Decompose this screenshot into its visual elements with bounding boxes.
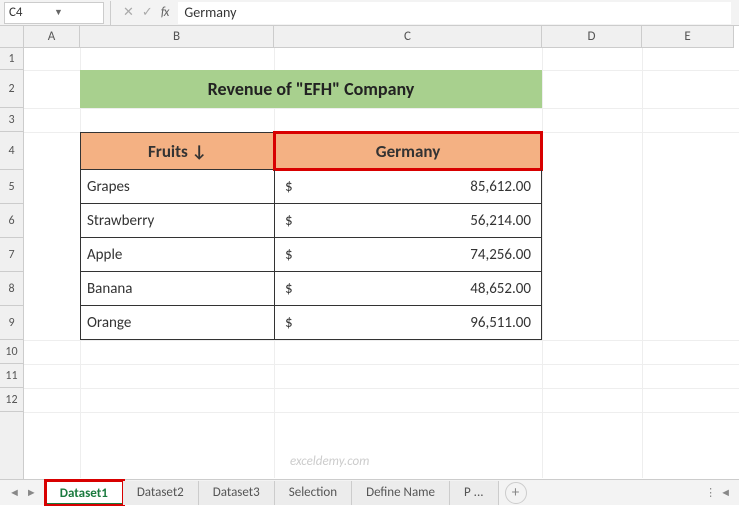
value-text: 74,256.00 — [470, 246, 535, 264]
currency-symbol: $ — [281, 314, 293, 332]
gridline — [24, 108, 739, 109]
select-all-corner[interactable] — [0, 26, 24, 48]
header-fruits[interactable]: Fruits ↓ — [80, 132, 274, 170]
row-header[interactable]: 5 — [0, 170, 23, 204]
cancel-icon: ✕ — [123, 5, 134, 20]
gridline — [24, 340, 739, 341]
row-header[interactable]: 4 — [0, 132, 23, 170]
name-box-value: C4 — [9, 5, 54, 20]
formula-value: Germany — [184, 4, 236, 21]
col-header-e[interactable]: E — [642, 26, 734, 47]
header-country[interactable]: Germany — [274, 132, 542, 170]
cells-area[interactable]: Revenue of "EFH" Company Fruits ↓ German… — [24, 48, 739, 500]
sheet-tab-selection[interactable]: Selection — [275, 481, 352, 505]
chevron-down-icon[interactable]: ▼ — [54, 7, 99, 18]
row-header[interactable]: 7 — [0, 238, 23, 272]
value-text: 48,652.00 — [470, 280, 535, 298]
sheet-tabs-bar: ◄ ► Dataset1 Dataset2 Dataset3 Selection… — [0, 479, 739, 505]
col-header-a[interactable]: A — [24, 26, 80, 47]
value-text: 56,214.00 — [470, 212, 535, 230]
col-header-d[interactable]: D — [542, 26, 642, 47]
row-header[interactable]: 6 — [0, 204, 23, 238]
row-header[interactable]: 11 — [0, 364, 23, 388]
gridline — [542, 48, 543, 478]
cell-fruit[interactable]: Orange — [80, 306, 274, 340]
cell-fruit[interactable]: Banana — [80, 272, 274, 306]
confirm-icon: ✓ — [142, 5, 153, 20]
cell-fruit[interactable]: Strawberry — [80, 204, 274, 238]
row-header[interactable]: 2 — [0, 70, 23, 108]
cell-value[interactable]: $ 96,511.00 — [274, 306, 542, 340]
table-row: Apple $ 74,256.00 — [80, 238, 542, 272]
table-row: Strawberry $ 56,214.00 — [80, 204, 542, 238]
sheet-tab-dataset1[interactable]: Dataset1 — [46, 481, 123, 505]
row-header[interactable]: 12 — [0, 388, 23, 412]
add-sheet-icon[interactable]: + — [505, 482, 527, 504]
sheet-tab-dataset2[interactable]: Dataset2 — [123, 481, 199, 505]
gridline — [24, 388, 739, 389]
value-text: 85,612.00 — [470, 178, 535, 196]
tab-nav-prev-icon[interactable]: ◄ — [9, 486, 20, 499]
currency-symbol: $ — [281, 280, 293, 298]
sheet-tab-dataset3[interactable]: Dataset3 — [199, 481, 275, 505]
sheet-tab-define-name[interactable]: Define Name — [352, 481, 450, 505]
formula-bar-icons: ✕ ✓ fx — [113, 5, 178, 20]
row-header[interactable]: 1 — [0, 48, 23, 70]
currency-symbol: $ — [281, 246, 293, 264]
grid-area: 1 2 3 4 5 6 7 8 9 10 11 12 Revenue of "E… — [0, 48, 739, 500]
gridline — [24, 412, 739, 413]
col-header-c[interactable]: C — [274, 26, 542, 47]
name-box[interactable]: C4 ▼ — [4, 2, 104, 24]
cell-value[interactable]: $ 56,214.00 — [274, 204, 542, 238]
cell-fruit[interactable]: Grapes — [80, 170, 274, 204]
sheet-tab-more[interactable]: P ... — [450, 481, 499, 505]
table-row: Banana $ 48,652.00 — [80, 272, 542, 306]
row-headers: 1 2 3 4 5 6 7 8 9 10 11 12 — [0, 48, 24, 500]
fx-icon[interactable]: fx — [161, 5, 169, 20]
cell-value[interactable]: $ 74,256.00 — [274, 238, 542, 272]
page-title[interactable]: Revenue of "EFH" Company — [80, 70, 542, 108]
formula-bar: C4 ▼ ✕ ✓ fx Germany — [0, 0, 739, 26]
column-headers: A B C D E — [24, 26, 734, 48]
divider — [110, 1, 111, 25]
tab-nav: ◄ ► — [0, 486, 46, 499]
cell-value[interactable]: $ 48,652.00 — [274, 272, 542, 306]
row-header[interactable]: 9 — [0, 306, 23, 340]
currency-symbol: $ — [281, 212, 293, 230]
data-table: Fruits ↓ Germany Grapes $ 85,612.00 Stra… — [80, 132, 542, 340]
table-header-row: Fruits ↓ Germany — [80, 132, 542, 170]
row-header[interactable]: 3 — [0, 108, 23, 132]
tab-nav-next-icon[interactable]: ► — [26, 486, 37, 499]
value-text: 96,511.00 — [470, 314, 535, 332]
vdots-icon[interactable]: ⋮ — [705, 486, 716, 499]
row-header[interactable]: 10 — [0, 340, 23, 364]
gridline — [24, 364, 739, 365]
cell-fruit[interactable]: Apple — [80, 238, 274, 272]
table-row: Orange $ 96,511.00 — [80, 306, 542, 340]
currency-symbol: $ — [281, 178, 293, 196]
tab-scroll: ⋮ ◄ — [697, 486, 739, 499]
col-header-b[interactable]: B — [80, 26, 274, 47]
cell-value[interactable]: $ 85,612.00 — [274, 170, 542, 204]
table-row: Grapes $ 85,612.00 — [80, 170, 542, 204]
formula-input[interactable]: Germany — [178, 2, 731, 24]
scroll-left-icon[interactable]: ◄ — [720, 486, 731, 499]
row-header[interactable]: 8 — [0, 272, 23, 306]
gridline — [642, 48, 643, 478]
